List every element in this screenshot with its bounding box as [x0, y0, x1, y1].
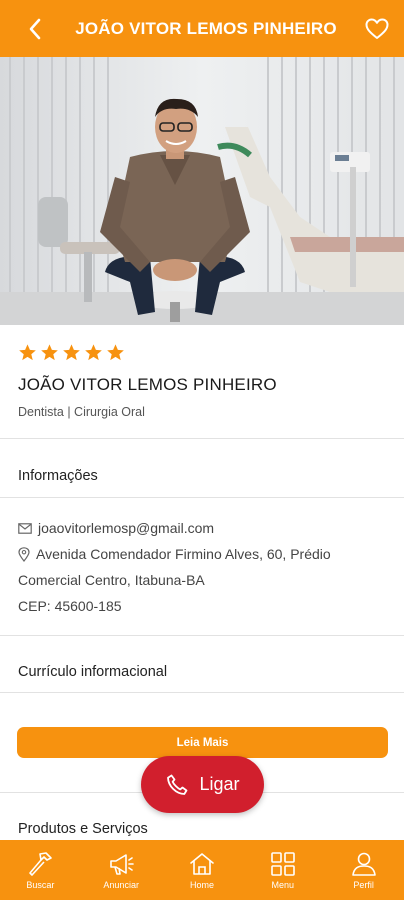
contact-info: joaovitorlemosp@gmail.com Avenida Comend… [18, 515, 390, 619]
divider [0, 692, 404, 693]
nav-label: Buscar [26, 879, 55, 890]
grid-icon [270, 851, 295, 876]
nav-label: Anunciar [103, 879, 139, 890]
star-icon [85, 344, 102, 361]
top-app-bar: JOÃO VITOR LEMOS PINHEIRO [0, 0, 404, 57]
star-icon [63, 344, 80, 361]
mail-icon [18, 522, 32, 534]
rating-stars [18, 343, 386, 365]
profile-photo [0, 57, 404, 325]
read-more-button[interactable]: Leia Mais [17, 727, 388, 758]
star-icon [19, 344, 36, 361]
nav-item-buscar[interactable]: Buscar [5, 851, 75, 890]
favorite-button[interactable] [364, 16, 390, 42]
divider [0, 438, 404, 439]
nav-label: Home [189, 879, 214, 890]
profile-summary: JOÃO VITOR LEMOS PINHEIRO Dentista | Cir… [0, 325, 404, 419]
nav-label: Perfil [353, 879, 374, 890]
bottom-navigation: Buscar Anunciar Home Menu Perfil [0, 840, 404, 900]
megaphone-icon [110, 853, 134, 875]
home-icon [190, 852, 214, 875]
divider [0, 497, 404, 498]
professional-specialty: Dentista | Cirurgia Oral [18, 405, 145, 419]
page-title: JOÃO VITOR LEMOS PINHEIRO [75, 18, 337, 38]
location-pin-icon [18, 546, 30, 562]
nav-item-menu[interactable]: Menu [248, 851, 318, 890]
phone-icon [167, 774, 188, 795]
section-title-products: Produtos e Serviços [18, 821, 148, 837]
section-title-info: Informações [18, 468, 98, 484]
star-icon [41, 344, 58, 361]
back-button[interactable] [22, 16, 48, 42]
email-row[interactable]: joaovitorlemosp@gmail.com [18, 515, 390, 541]
call-button[interactable]: Ligar [141, 756, 264, 813]
email-text: joaovitorlemosp@gmail.com [38, 520, 215, 536]
address-line-1: Avenida Comendador Firmino Alves, 60, Pr… [36, 546, 331, 562]
heart-outline-icon [365, 18, 389, 39]
call-button-label: Ligar [199, 774, 240, 794]
nav-label: Menu [271, 879, 295, 890]
address-row: Avenida Comendador Firmino Alves, 60, Pr… [18, 541, 390, 567]
address-line-2: Comercial Centro, Itabuna-BA [18, 572, 205, 588]
section-title-curriculum: Currículo informacional [18, 664, 168, 680]
user-icon [351, 852, 376, 876]
professional-name: JOÃO VITOR LEMOS PINHEIRO [18, 375, 277, 394]
nav-item-home[interactable]: Home [167, 851, 237, 890]
divider [0, 635, 404, 636]
hammer-icon [29, 851, 53, 876]
star-icon [107, 344, 124, 361]
postal-code: CEP: 45600-185 [18, 598, 122, 614]
nav-item-anunciar[interactable]: Anunciar [86, 851, 156, 890]
nav-item-perfil[interactable]: Perfil [329, 851, 399, 890]
chevron-left-icon [29, 18, 41, 39]
